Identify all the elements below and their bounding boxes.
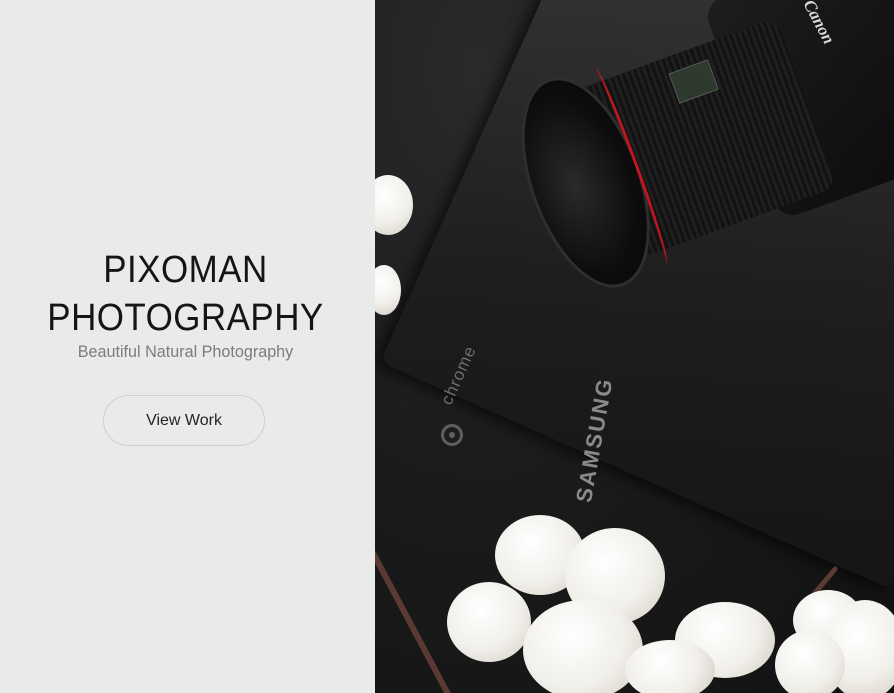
view-work-button[interactable]: View Work (103, 395, 265, 446)
landing-page: PIXOMAN PHOTOGRAPHY Beautiful Natural Ph… (0, 0, 894, 693)
brand-title: PIXOMAN PHOTOGRAPHY (15, 246, 356, 342)
brand-block: PIXOMAN PHOTOGRAPHY Beautiful Natural Ph… (0, 246, 371, 362)
intro-panel: PIXOMAN PHOTOGRAPHY Beautiful Natural Ph… (0, 0, 375, 693)
brand-subtitle: Beautiful Natural Photography (77, 342, 294, 361)
hero-photo: chrome SAMSUNG Canon (375, 0, 894, 693)
cotton-flower (447, 582, 531, 662)
cotton-flower (625, 640, 715, 693)
cotton-flower (523, 600, 643, 693)
cotton-flower (775, 630, 845, 693)
brand-title-line1: PIXOMAN (103, 249, 268, 291)
chrome-logo-icon (441, 424, 463, 446)
brand-title-line2: PHOTOGRAPHY (47, 297, 324, 339)
